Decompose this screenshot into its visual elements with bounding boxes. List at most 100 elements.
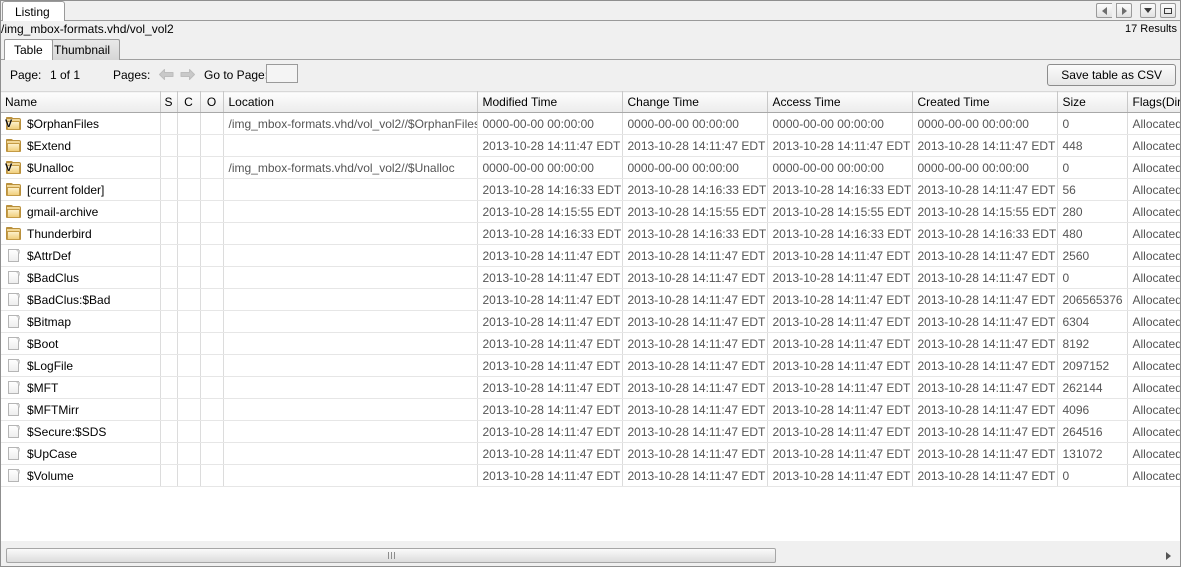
cell-c <box>177 399 200 421</box>
column-header-name[interactable]: Name <box>0 92 160 113</box>
table-row[interactable]: $BadClus2013-10-28 14:11:47 EDT2013-10-2… <box>0 267 1181 289</box>
file-name-box: Thunderbird <box>6 227 160 241</box>
folder-virtual-icon: V <box>6 117 21 130</box>
table-row[interactable]: [current folder]2013-10-28 14:16:33 EDT2… <box>0 179 1181 201</box>
table-row[interactable]: $Extend2013-10-28 14:11:47 EDT2013-10-28… <box>0 135 1181 157</box>
virtual-folder-badge-icon: V <box>5 163 12 174</box>
horizontal-scrollbar[interactable] <box>0 540 1181 567</box>
cell-modified: 2013-10-28 14:11:47 EDT <box>477 267 622 289</box>
save-table-as-csv-button[interactable]: Save table as CSV <box>1047 64 1176 86</box>
table-row[interactable]: $LogFile2013-10-28 14:11:47 EDT2013-10-2… <box>0 355 1181 377</box>
nav-forward-button[interactable] <box>1116 3 1132 18</box>
cell-location <box>223 135 477 157</box>
previous-page-button[interactable] <box>157 65 175 83</box>
table-row[interactable]: $UpCase2013-10-28 14:11:47 EDT2013-10-28… <box>0 443 1181 465</box>
table-row[interactable]: V$OrphanFiles/img_mbox-formats.vhd/vol_v… <box>0 113 1181 135</box>
cell-modified: 2013-10-28 14:11:47 EDT <box>477 333 622 355</box>
scrollbar-thumb[interactable] <box>6 548 776 563</box>
column-header-flags[interactable]: Flags(Dir) <box>1127 92 1181 113</box>
table-row[interactable]: $Boot 2013-10-28 14:11:47 EDT 2013-10-28 1… <box>0 333 1181 355</box>
cell-s <box>160 179 177 201</box>
cell-modified: 2013-10-28 14:16:33 EDT <box>477 179 622 201</box>
column-header-created[interactable]: Created Time <box>912 92 1057 113</box>
column-header-access[interactable]: Access Time <box>767 92 912 113</box>
cell-flags: Allocated <box>1127 355 1181 377</box>
tab-thumbnail[interactable]: Thumbnail <box>44 39 120 60</box>
cell-flags: Allocated <box>1127 465 1181 487</box>
folder-icon <box>6 183 21 196</box>
file-name-label: $Secure:$SDS <box>27 425 106 439</box>
file-icon <box>6 249 21 262</box>
cell-modified: 2013-10-28 14:11:47 EDT <box>477 245 622 267</box>
file-icon <box>6 447 21 460</box>
cell-o <box>200 311 223 333</box>
cell-c <box>177 355 200 377</box>
cell-size: 2560 <box>1057 245 1127 267</box>
cell-o <box>200 179 223 201</box>
cell-change: 0000-00-00 00:00:00 <box>622 157 767 179</box>
column-header-s[interactable]: S <box>160 92 177 113</box>
column-header-location[interactable]: Location <box>223 92 477 113</box>
file-name-label: $BadClus:$Bad <box>27 293 110 307</box>
column-header-modified[interactable]: Modified Time <box>477 92 622 113</box>
cell-access: 2013-10-28 14:11:47 EDT <box>767 267 912 289</box>
file-name-label: $MFTMirr <box>27 403 79 417</box>
cell-c <box>177 179 200 201</box>
table-row[interactable]: $AttrDef2013-10-28 14:11:47 EDT2013-10-2… <box>0 245 1181 267</box>
tab-list-dropdown-button[interactable] <box>1140 3 1156 18</box>
file-name-box: V $Unalloc <box>6 161 160 175</box>
cell-access: 2013-10-28 14:11:47 EDT <box>767 443 912 465</box>
column-header-change[interactable]: Change Time <box>622 92 767 113</box>
table-row[interactable]: $Bitmap2013-10-28 14:11:47 EDT2013-10-28… <box>0 311 1181 333</box>
file-name-box: gmail-archive <box>6 205 160 219</box>
nav-back-button[interactable] <box>1096 3 1112 18</box>
goto-page-label: Go to Page: <box>204 68 268 83</box>
cell-created: 2013-10-28 14:15:55 EDT <box>912 201 1057 223</box>
tab-table[interactable]: Table <box>4 39 53 60</box>
cell-name: $Boot <box>0 333 160 355</box>
table-row[interactable]: Thunderbird2013-10-28 14:16:33 EDT2013-1… <box>0 223 1181 245</box>
window-tab-listing[interactable]: Listing <box>2 1 65 21</box>
table-row[interactable]: $MFT2013-10-28 14:11:47 EDT2013-10-28 14… <box>0 377 1181 399</box>
cell-o <box>200 333 223 355</box>
goto-page-input[interactable] <box>266 64 298 83</box>
cell-created: 2013-10-28 14:16:33 EDT <box>912 223 1057 245</box>
scroll-right-button[interactable] <box>1161 548 1176 563</box>
cell-name: [current folder] <box>0 179 160 201</box>
column-header-c[interactable]: C <box>177 92 200 113</box>
cell-access: 2013-10-28 14:11:47 EDT <box>767 333 912 355</box>
file-name-label: $Unalloc <box>27 161 74 175</box>
table-row[interactable]: V$Unalloc/img_mbox-formats.vhd/vol_vol2/… <box>0 157 1181 179</box>
cell-change: 2013-10-28 14:15:55 EDT <box>622 201 767 223</box>
next-page-button[interactable] <box>178 65 196 83</box>
column-header-size[interactable]: Size <box>1057 92 1127 113</box>
cell-access: 2013-10-28 14:11:47 EDT <box>767 289 912 311</box>
table-row[interactable]: $MFTMirr2013-10-28 14:11:47 EDT2013-10-2… <box>0 399 1181 421</box>
cell-size: 0 <box>1057 267 1127 289</box>
cell-s <box>160 421 177 443</box>
table-row[interactable]: $Secure:$SDS2013-10-28 14:11:47 EDT2013-… <box>0 421 1181 443</box>
cell-flags: Allocated <box>1127 311 1181 333</box>
cell-c <box>177 443 200 465</box>
cell-name: $MFT <box>0 377 160 399</box>
table-row[interactable]: $BadClus:$Bad2013-10-28 14:11:47 EDT2013… <box>0 289 1181 311</box>
restore-window-button[interactable] <box>1160 3 1176 18</box>
listing-table-container[interactable]: NameSCOLocationModified TimeChange TimeA… <box>0 91 1181 540</box>
cell-name: $AttrDef <box>0 245 160 267</box>
cell-created: 2013-10-28 14:11:47 EDT <box>912 267 1057 289</box>
cell-name: $UpCase <box>0 443 160 465</box>
cell-flags: Allocated <box>1127 201 1181 223</box>
cell-location <box>223 311 477 333</box>
arrow-left-icon <box>1102 7 1107 15</box>
column-header-o[interactable]: O <box>200 92 223 113</box>
cell-c <box>177 267 200 289</box>
table-row[interactable]: gmail-archive 2013-10-28 14:15:55 EDT 2013… <box>0 201 1181 223</box>
cell-c <box>177 421 200 443</box>
table-row[interactable]: $Volume2013-10-28 14:11:47 EDT2013-10-28… <box>0 465 1181 487</box>
cell-name: gmail-archive <box>0 201 160 223</box>
cell-o <box>200 201 223 223</box>
cell-flags: Allocated <box>1127 113 1181 135</box>
cell-s <box>160 465 177 487</box>
cell-access: 2013-10-28 14:11:47 EDT <box>767 311 912 333</box>
path-bar: /img_mbox-formats.vhd/vol_vol2 17 Result… <box>0 21 1181 38</box>
